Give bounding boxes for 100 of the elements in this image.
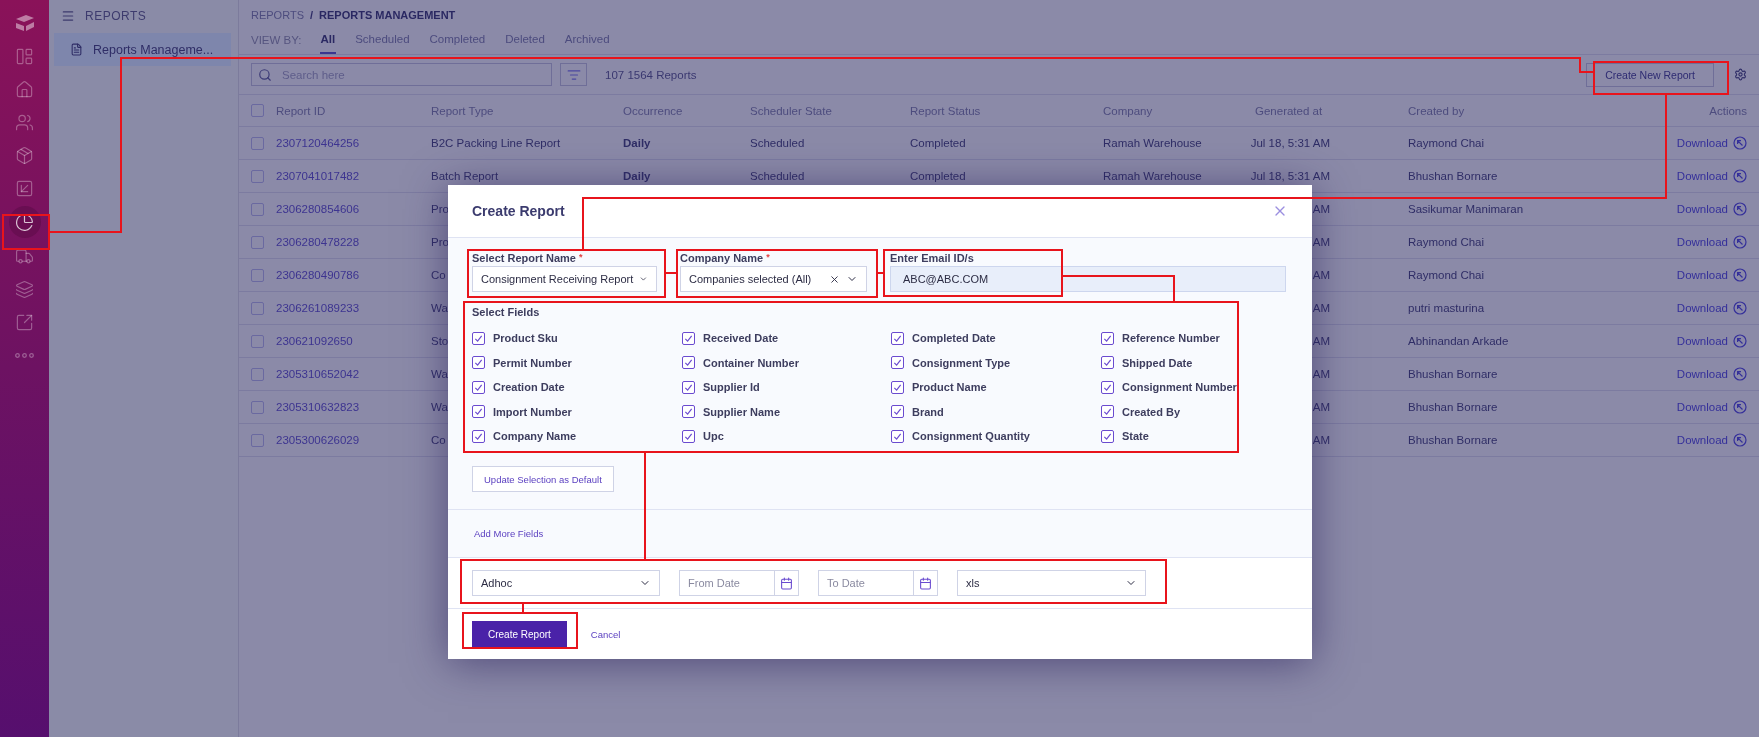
table-cell: Wa <box>431 302 448 314</box>
checkmark-icon <box>684 358 693 367</box>
breadcrumb-link[interactable]: REPORTS <box>251 9 304 21</box>
checkbox[interactable] <box>251 433 264 447</box>
dialog-title: Create Report <box>472 203 565 219</box>
table-cell: Wa <box>431 368 448 380</box>
checkbox[interactable] <box>251 301 264 315</box>
checkbox[interactable] <box>682 429 695 443</box>
checkbox[interactable] <box>251 202 264 216</box>
checkbox[interactable] <box>472 405 485 418</box>
filter-tab[interactable]: Scheduled <box>354 33 411 54</box>
filter-tab[interactable]: Archived <box>563 33 611 54</box>
checkbox[interactable] <box>1101 380 1114 394</box>
section-label: Select Fields <box>472 306 541 318</box>
report-name-select[interactable]: Consignment Receiving Report <box>472 266 657 292</box>
report-id-link[interactable]: 2307120464256 <box>276 137 360 149</box>
calendar-icon[interactable] <box>919 576 932 590</box>
report-id-link[interactable]: 2306261089233 <box>276 302 360 314</box>
filter-icon <box>566 67 581 82</box>
checkbox[interactable] <box>1101 429 1114 443</box>
download-link[interactable]: Download <box>1676 400 1747 414</box>
report-id-link[interactable]: 2305310632823 <box>276 401 360 413</box>
company-select[interactable]: Companies selected (All) <box>680 266 867 292</box>
checkbox[interactable] <box>251 235 264 249</box>
checkbox[interactable] <box>891 380 904 394</box>
checkbox[interactable] <box>682 405 695 418</box>
sidebar-item[interactable]: Reports Manageme... <box>54 33 231 66</box>
report-id-link[interactable]: 2305310652042 <box>276 368 360 380</box>
pie-chart-button[interactable] <box>8 206 41 238</box>
to-date-field[interactable]: To Date <box>818 570 938 596</box>
download-link[interactable]: Download <box>1676 235 1747 249</box>
filter-tab[interactable]: Deleted <box>504 33 546 54</box>
checkbox[interactable] <box>251 136 264 150</box>
download-link[interactable]: Download <box>1676 334 1747 348</box>
column-header: Report ID <box>276 104 327 117</box>
checkbox[interactable] <box>891 429 904 443</box>
report-id-link[interactable]: 2306280478228 <box>276 236 360 248</box>
table-cell: Pro <box>431 236 449 248</box>
checkbox[interactable] <box>472 331 485 345</box>
email-input[interactable]: ABC@ABC.COM <box>890 266 1286 292</box>
checkbox[interactable] <box>251 400 264 414</box>
home-icon <box>15 79 34 99</box>
checkmark-icon <box>893 407 902 416</box>
filter-tab[interactable]: All <box>319 33 337 54</box>
checkbox[interactable] <box>251 367 264 381</box>
checkbox[interactable] <box>251 334 264 348</box>
checkbox[interactable] <box>682 331 695 345</box>
checkbox[interactable] <box>1101 356 1114 369</box>
checkbox[interactable] <box>891 356 904 369</box>
checkbox-label: Product Sku <box>493 332 558 344</box>
calendar-icon[interactable] <box>780 576 793 590</box>
cancel-link[interactable]: Cancel <box>590 628 621 640</box>
download-link[interactable]: Download <box>1676 136 1747 150</box>
add-fields-link[interactable]: Add More Fields <box>474 528 544 539</box>
occurrence-select[interactable]: Adhoc <box>472 570 660 596</box>
download-link[interactable]: Download <box>1676 301 1747 315</box>
download-link[interactable]: Download <box>1676 433 1747 447</box>
checkbox[interactable] <box>682 356 695 369</box>
checkbox[interactable] <box>251 104 264 117</box>
filter-button[interactable] <box>560 63 587 86</box>
checkbox[interactable] <box>472 429 485 443</box>
box-icon <box>15 145 34 165</box>
checkbox[interactable] <box>472 380 485 394</box>
settings-icon[interactable] <box>1734 68 1747 81</box>
table-cell: AM <box>1312 368 1330 380</box>
report-id-link[interactable]: 2307041017482 <box>276 170 360 182</box>
checkbox[interactable] <box>1101 405 1114 418</box>
update-default-button[interactable]: Update Selection as Default <box>472 466 614 492</box>
report-id-link[interactable]: 230621092650 <box>276 335 353 347</box>
report-id-link[interactable]: 2306280490786 <box>276 269 360 281</box>
table-cell: B2C Packing Line Report <box>431 137 561 149</box>
table-cell: Completed <box>910 137 966 149</box>
checkmark-icon <box>684 431 693 441</box>
checkbox[interactable] <box>891 405 904 418</box>
format-select[interactable]: xls <box>957 570 1146 596</box>
checkmark-icon <box>474 358 483 367</box>
checkbox[interactable] <box>472 356 485 369</box>
checkbox-label: Completed Date <box>912 332 996 344</box>
create-new-report-button[interactable]: Create New Report <box>1586 62 1714 87</box>
checkbox[interactable] <box>682 380 695 394</box>
checkbox[interactable] <box>251 169 264 183</box>
clear-icon[interactable] <box>829 273 840 285</box>
report-id-link[interactable]: 2305300626029 <box>276 434 360 446</box>
download-link[interactable]: Download <box>1676 367 1747 381</box>
filter-tab[interactable]: Completed <box>428 33 487 54</box>
users-icon <box>15 112 34 132</box>
download-link[interactable]: Download <box>1676 169 1747 183</box>
download-link[interactable]: Download <box>1676 202 1747 216</box>
checkbox[interactable] <box>891 331 904 345</box>
table-cell: Sto <box>431 335 449 347</box>
from-date-field[interactable]: From Date <box>679 570 799 596</box>
menu-icon[interactable] <box>61 9 75 23</box>
checkbox[interactable] <box>251 268 264 282</box>
create-report-button[interactable]: Create Report <box>472 621 567 647</box>
download-link[interactable]: Download <box>1676 268 1747 282</box>
column-header: Report Status <box>910 104 982 117</box>
report-id-link[interactable]: 2306280854606 <box>276 203 360 215</box>
checkmark-icon <box>893 358 902 367</box>
checkbox[interactable] <box>1101 331 1114 345</box>
checkbox-label: Consignment Type <box>912 356 1011 369</box>
